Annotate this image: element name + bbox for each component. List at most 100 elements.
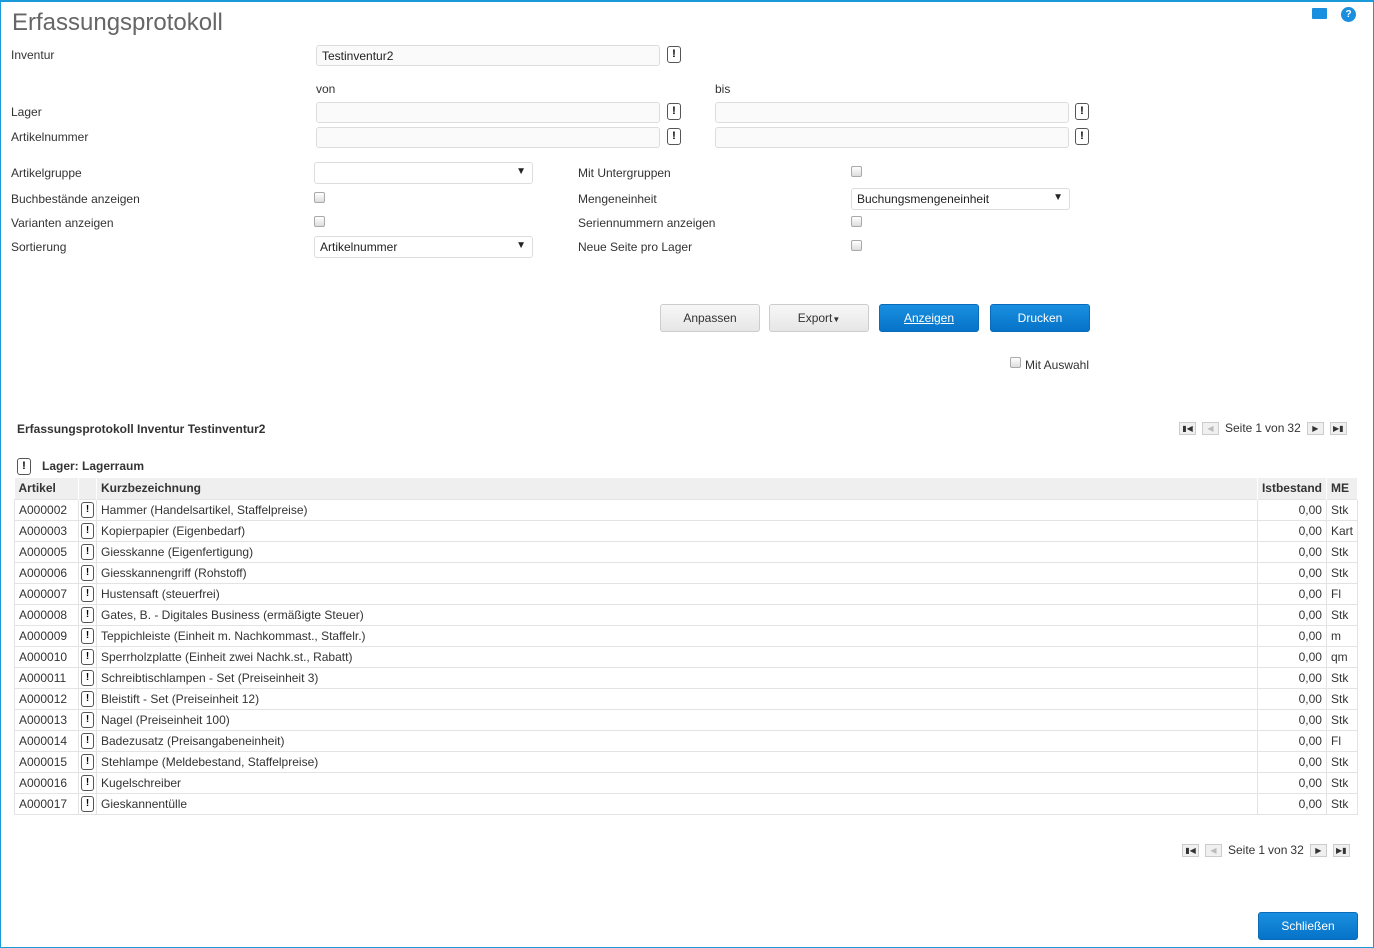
info-cell[interactable]: ! [78,666,97,688]
info-cell[interactable]: ! [78,771,97,793]
info-cell[interactable]: ! [78,582,97,604]
artikel-cell[interactable]: A000006 [14,561,79,583]
table-row: A000005 ! Giesskanne (Eigenfertigung) 0,… [14,540,1359,562]
buchbestaende-checkbox[interactable] [314,192,325,203]
varianten-checkbox[interactable] [314,216,325,227]
sortierung-value: Artikelnummer [320,240,398,254]
last-page-icon[interactable]: ▶▮ [1329,421,1347,435]
artikel-cell[interactable]: A000009 [14,624,79,646]
sortierung-select[interactable]: Artikelnummer ▼ [314,236,533,258]
info-icon[interactable]: ! [81,607,94,623]
drucken-button[interactable]: Drucken [990,304,1090,332]
info-icon[interactable]: ! [81,502,94,518]
table-row: A000002 ! Hammer (Handelsartikel, Staffe… [14,498,1359,520]
group-info-button[interactable]: ! [17,458,31,475]
info-cell[interactable]: ! [78,687,97,709]
untergruppen-checkbox[interactable] [851,166,862,177]
info-icon[interactable]: ! [81,544,94,560]
prev-page-icon[interactable]: ◀ [1205,843,1222,857]
info-icon[interactable]: ! [81,712,94,728]
info-icon[interactable]: ! [81,754,94,770]
artikel-cell[interactable]: A000016 [14,771,79,793]
anzeigen-button[interactable]: Anzeigen [879,304,979,332]
info-cell[interactable]: ! [78,498,97,520]
artikelnummer-bis-lookup-button[interactable]: ! [1075,128,1089,145]
table-row: A000003 ! Kopierpapier (Eigenbedarf) 0,0… [14,519,1359,541]
export-button[interactable]: Export▼ [769,304,869,332]
info-icon[interactable]: ! [81,670,94,686]
mit-auswahl-checkbox[interactable] [1010,357,1021,368]
prev-page-icon[interactable]: ◀ [1202,421,1219,435]
kurzbezeichnung-cell: Hustensaft (steuerfrei) [96,582,1258,604]
info-cell[interactable]: ! [78,540,97,562]
info-cell[interactable]: ! [78,624,97,646]
info-icon[interactable]: ! [81,775,94,791]
anpassen-button[interactable]: Anpassen [660,304,760,332]
me-cell: Stk [1326,750,1359,772]
info-icon[interactable]: ! [81,586,94,602]
seriennummern-checkbox[interactable] [851,216,862,227]
mail-icon[interactable] [1312,8,1327,19]
last-page-icon[interactable]: ▶▮ [1332,843,1350,857]
lager-bis-input[interactable] [715,102,1069,123]
info-icon[interactable]: ! [81,733,94,749]
kurzbezeichnung-cell: Giesskannengriff (Rohstoff) [96,561,1258,583]
inventur-label: Inventur [11,48,55,62]
me-cell: Fl [1326,582,1359,604]
artikelnummer-von-input[interactable] [316,127,660,148]
neue-seite-checkbox[interactable] [851,240,862,251]
artikelnummer-bis-input[interactable] [715,127,1069,148]
artikelnummer-label: Artikelnummer [11,130,89,144]
neue-seite-label: Neue Seite pro Lager [578,240,693,254]
info-icon[interactable]: ! [81,796,94,812]
inventur-lookup-button[interactable]: ! [667,46,681,63]
kurzbezeichnung-cell: Badezusatz (Preisangabeneinheit) [96,729,1258,751]
info-cell[interactable]: ! [78,603,97,625]
me-cell: m [1326,624,1359,646]
artikel-cell[interactable]: A000003 [14,519,79,541]
inventur-input[interactable]: Testinventur2 [316,45,660,66]
info-cell[interactable]: ! [78,561,97,583]
artikel-cell[interactable]: A000007 [14,582,79,604]
artikel-cell[interactable]: A000010 [14,645,79,667]
artikelgruppe-select[interactable]: ▼ [314,162,533,184]
artikel-cell[interactable]: A000002 [14,498,79,520]
artikel-cell[interactable]: A000012 [14,687,79,709]
info-icon[interactable]: ! [81,691,94,707]
table-row: A000006 ! Giesskannengriff (Rohstoff) 0,… [14,561,1359,583]
info-icon[interactable]: ! [81,523,94,539]
artikel-cell[interactable]: A000014 [14,729,79,751]
next-page-icon[interactable]: ▶ [1306,421,1324,435]
info-cell[interactable]: ! [78,750,97,772]
info-cell[interactable]: ! [78,519,97,541]
info-icon[interactable]: ! [81,565,94,581]
info-icon[interactable]: ! [81,628,94,644]
artikel-cell[interactable]: A000008 [14,603,79,625]
info-cell[interactable]: ! [78,708,97,730]
me-cell: Fl [1326,729,1359,751]
schliessen-button[interactable]: Schließen [1258,912,1358,940]
info-cell[interactable]: ! [78,729,97,751]
col-me: ME [1326,478,1359,499]
artikel-cell[interactable]: A000011 [14,666,79,688]
info-cell[interactable]: ! [78,792,97,815]
mengeneinheit-select[interactable]: Buchungsmengeneinheit ▼ [851,188,1070,210]
lager-von-lookup-button[interactable]: ! [667,103,681,120]
report-table: Artikel Kurzbezeichnung Istbestand ME A0… [14,478,1359,815]
artikelnummer-von-lookup-button[interactable]: ! [667,128,681,145]
info-cell[interactable]: ! [78,645,97,667]
artikel-cell[interactable]: A000005 [14,540,79,562]
help-icon[interactable]: ? [1341,7,1356,22]
istbestand-cell: 0,00 [1257,645,1327,667]
info-icon[interactable]: ! [81,649,94,665]
next-page-icon[interactable]: ▶ [1309,843,1327,857]
lager-von-input[interactable] [316,102,660,123]
group-heading: Lager: Lagerraum [42,459,145,473]
lager-bis-lookup-button[interactable]: ! [1075,103,1089,120]
first-page-icon[interactable]: ▮◀ [1182,843,1199,857]
table-row: A000010 ! Sperrholzplatte (Einheit zwei … [14,645,1359,667]
first-page-icon[interactable]: ▮◀ [1179,421,1196,435]
artikel-cell[interactable]: A000013 [14,708,79,730]
artikel-cell[interactable]: A000017 [14,792,79,815]
artikel-cell[interactable]: A000015 [14,750,79,772]
